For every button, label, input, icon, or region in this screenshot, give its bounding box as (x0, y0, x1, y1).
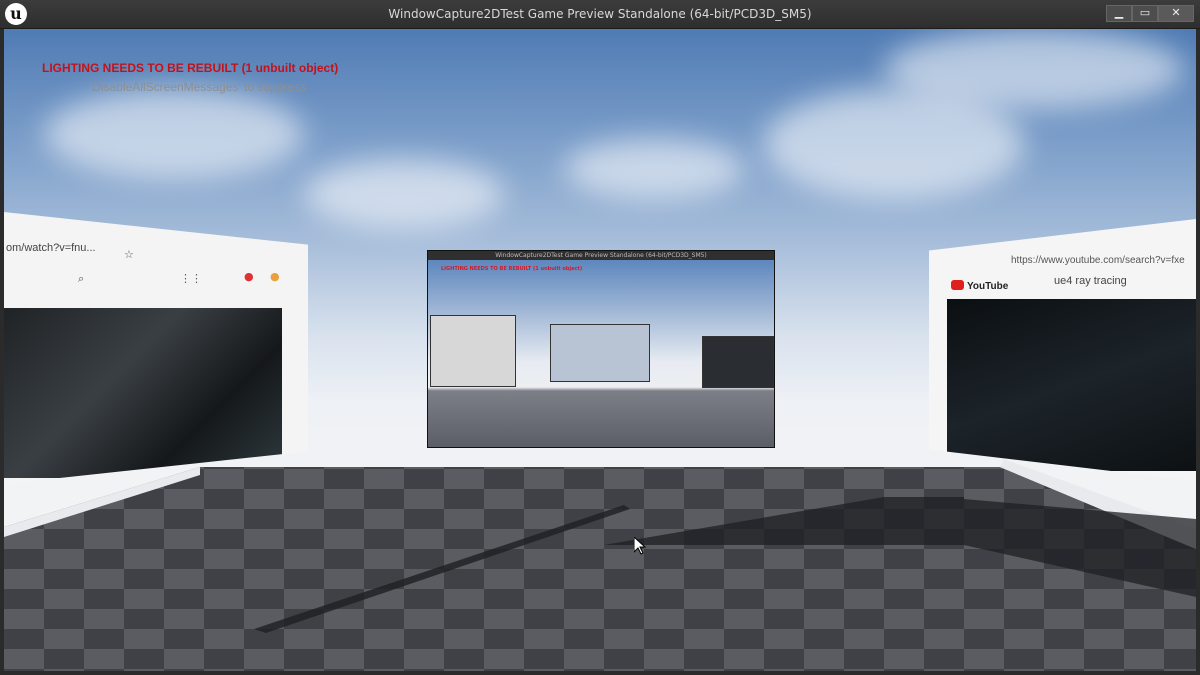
captured-window-title: WindowCapture2DTest Game Preview Standal… (495, 252, 707, 259)
captured-scene: LIGHTING NEEDS TO BE REBUILT (1 unbuilt … (428, 260, 774, 447)
address-bar-url: https://www.youtube.com/search?v=fxe (1011, 255, 1185, 266)
game-viewport[interactable]: LIGHTING NEEDS TO BE REBUILT (1 unbuilt … (4, 29, 1196, 671)
right-browser-capture: https://www.youtube.com/search?v=fxe You… (929, 219, 1196, 481)
video-frame (4, 308, 282, 478)
suppress-hint: 'DisableAllScreenMessages' to suppress (90, 80, 307, 94)
apps-grid-icon: ⋮⋮ (180, 272, 202, 285)
captured-center-panel (550, 324, 650, 382)
left-browser-capture: om/watch?v=fnu... ☆ ⌕ ⋮⋮ ● ● (4, 212, 308, 484)
youtube-logo-icon (951, 280, 964, 290)
window-title: WindowCapture2DTest Game Preview Standal… (388, 7, 812, 21)
captured-titlebar: WindowCapture2DTest Game Preview Standal… (428, 251, 774, 260)
avatar: ● (270, 270, 280, 283)
maximize-button[interactable]: ▭ (1132, 5, 1158, 22)
search-query: ue4 ray tracing (1054, 275, 1127, 287)
captured-right-panel (702, 336, 774, 388)
captured-window: WindowCapture2DTest Game Preview Standal… (427, 250, 775, 448)
minimize-button[interactable]: ▁ (1106, 5, 1132, 22)
mouse-cursor-icon (634, 537, 646, 555)
lighting-warning: LIGHTING NEEDS TO BE REBUILT (1 unbuilt … (42, 61, 339, 75)
video-frame (947, 299, 1196, 471)
captured-left-panel (430, 315, 516, 387)
star-icon: ☆ (124, 248, 134, 261)
youtube-brand: YouTube (967, 281, 1009, 292)
window-titlebar: u WindowCapture2DTest Game Preview Stand… (0, 0, 1200, 29)
notification-icon: ● (244, 270, 254, 283)
close-button[interactable]: ✕ (1158, 5, 1194, 22)
search-icon: ⌕ (78, 272, 85, 285)
captured-warning: LIGHTING NEEDS TO BE REBUILT (1 unbuilt … (441, 266, 583, 272)
address-bar-url: om/watch?v=fnu... (6, 242, 96, 254)
